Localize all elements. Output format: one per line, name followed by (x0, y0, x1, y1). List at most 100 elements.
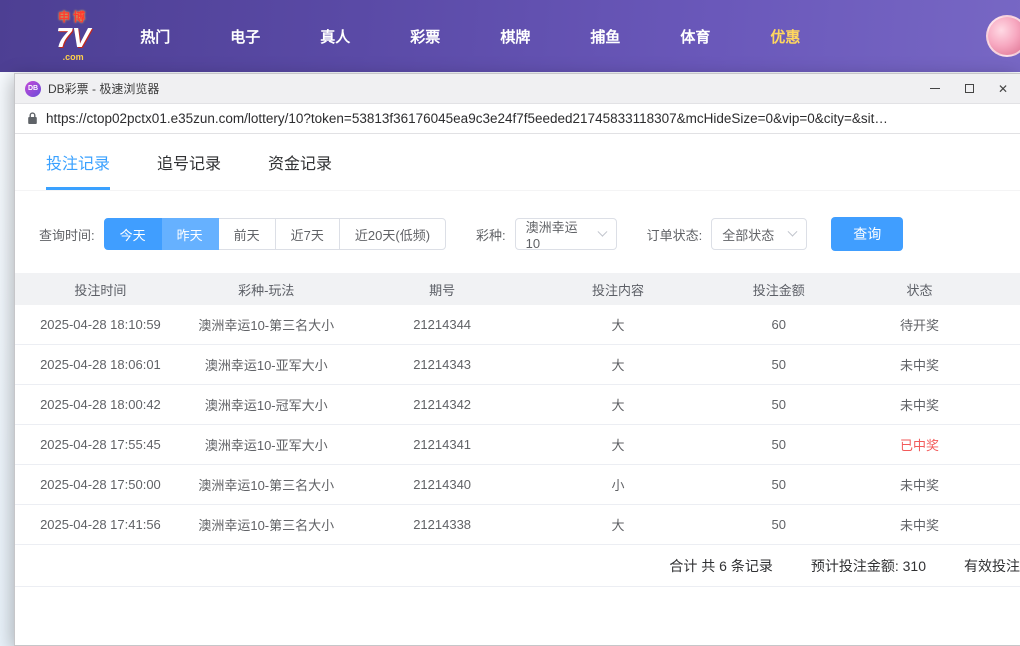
logo-line1: 申博 (58, 9, 89, 24)
table-row: 2025-04-28 18:06:01 澳洲幸运10-亚军大小 21214343… (15, 345, 1020, 385)
table-header-row: 投注时间 彩种-玩法 期号 投注内容 投注金额 状态 (15, 273, 1020, 305)
cell-bet-content: 小 (611, 478, 625, 493)
footer-total-records: 合计 共 6 条记录 (669, 557, 773, 574)
nav-item-fishing[interactable]: 捕鱼 (560, 26, 650, 47)
maximize-icon (964, 84, 974, 93)
table-row: 2025-04-28 18:00:42 澳洲幸运10-冠军大小 21214342… (15, 385, 1020, 425)
app-icon: DB (25, 80, 41, 97)
maximize-button[interactable] (952, 74, 986, 103)
lottery-select[interactable]: 澳洲幸运10 (514, 218, 617, 251)
logo-line2: 7V (56, 21, 91, 53)
cell-status: 未中奖 (899, 358, 939, 373)
time-btn-daybefore[interactable]: 前天 (217, 218, 276, 250)
lock-icon[interactable] (27, 112, 38, 125)
time-btn-yesterday[interactable]: 昨天 (160, 218, 219, 250)
nav-item-live[interactable]: 真人 (290, 26, 380, 47)
header-status: 状态 (906, 282, 933, 298)
tab-bet-records[interactable]: 投注记录 (46, 150, 111, 190)
header-game-play: 彩种-玩法 (238, 282, 295, 298)
url-text[interactable]: https://ctop02pctx01.e35zun.com/lottery/… (46, 111, 888, 126)
footer-valid-amount: 有效投注金 (964, 557, 1020, 574)
minimize-button[interactable] (918, 74, 952, 103)
cell-bet-amount: 50 (771, 517, 786, 532)
cell-bet-amount: 50 (771, 397, 786, 412)
time-btn-today[interactable]: 今天 (103, 218, 162, 250)
status-filter-label: 订单状态: (646, 227, 703, 243)
search-button[interactable]: 查询 (831, 217, 904, 251)
cell-bet-content: 大 (611, 358, 625, 373)
cell-issue: 21214340 (413, 477, 472, 492)
cell-status: 未中奖 (899, 518, 939, 533)
table-row: 2025-04-28 17:50:00 澳洲幸运10-第三名大小 2121434… (15, 465, 1020, 505)
order-status-select[interactable]: 全部状态 (711, 218, 808, 250)
cell-issue: 21214344 (413, 317, 472, 332)
cell-bet-time: 2025-04-28 18:06:01 (40, 357, 161, 372)
time-btn-20days[interactable]: 近20天(低频) (338, 218, 447, 250)
time-btn-7days[interactable]: 近7天 (274, 218, 340, 250)
cell-game-play: 澳洲幸运10-第三名大小 (198, 478, 335, 493)
site-logo[interactable]: 申博 7V .com (56, 11, 90, 62)
table-row: 2025-04-28 17:41:56 澳洲幸运10-第三名大小 2121433… (15, 505, 1020, 545)
cell-bet-content: 大 (611, 438, 625, 453)
cell-status: 待开奖 (899, 318, 939, 333)
chevron-down-icon (597, 226, 608, 237)
site-topbar: 申博 7V .com 热门 电子 真人 彩票 棋牌 捕鱼 体育 优惠 (0, 0, 1020, 72)
tab-fund-records[interactable]: 资金记录 (268, 150, 332, 190)
header-bet-time: 投注时间 (74, 282, 127, 298)
cell-game-play: 澳洲幸运10-冠军大小 (204, 398, 328, 413)
cell-bet-content: 大 (611, 318, 625, 333)
window-titlebar[interactable]: DB DB彩票 - 极速浏览器 ✕ (15, 74, 1020, 104)
cell-issue: 21214341 (413, 437, 472, 452)
record-tabs: 投注记录 追号记录 资金记录 (15, 134, 1020, 191)
filter-row: 查询时间: 今天 昨天 前天 近7天 近20天(低频) 彩种: 澳洲幸运10 订… (15, 191, 1020, 273)
cell-bet-time: 2025-04-28 17:41:56 (40, 517, 161, 532)
nav-item-hot[interactable]: 热门 (110, 26, 200, 47)
user-avatar[interactable] (986, 15, 1020, 57)
cell-issue: 21214343 (413, 357, 472, 372)
table-row: 2025-04-28 18:10:59 澳洲幸运10-第三名大小 2121434… (15, 305, 1020, 345)
browser-window: DB DB彩票 - 极速浏览器 ✕ https://ctop02pctx01.e… (14, 73, 1020, 646)
close-icon: ✕ (997, 81, 1009, 96)
nav-item-lottery[interactable]: 彩票 (380, 26, 470, 47)
nav-item-promo[interactable]: 优惠 (740, 26, 830, 47)
status-select-value: 全部状态 (722, 227, 775, 243)
cell-bet-time: 2025-04-28 18:10:59 (40, 317, 161, 332)
nav-item-slots[interactable]: 电子 (200, 26, 290, 47)
bet-records-table: 投注时间 彩种-玩法 期号 投注内容 投注金额 状态 2025-04-28 18… (15, 273, 1020, 587)
cell-bet-amount: 50 (771, 357, 786, 372)
window-title: DB彩票 - 极速浏览器 (48, 82, 160, 96)
cell-game-play: 澳洲幸运10-第三名大小 (198, 318, 335, 333)
cell-game-play: 澳洲幸运10-第三名大小 (198, 518, 335, 533)
cell-bet-content: 大 (611, 518, 625, 533)
minimize-icon (930, 88, 940, 89)
cell-status: 未中奖 (899, 398, 939, 413)
time-button-group: 今天 昨天 前天 近7天 近20天(低频) (103, 218, 447, 250)
cell-game-play: 澳洲幸运10-亚军大小 (204, 358, 328, 373)
address-bar[interactable]: https://ctop02pctx01.e35zun.com/lottery/… (15, 104, 1020, 134)
cell-game-play: 澳洲幸运10-亚军大小 (204, 438, 328, 453)
lottery-select-value: 澳洲幸运10 (525, 220, 578, 251)
cell-bet-amount: 50 (771, 477, 786, 492)
chevron-down-icon (787, 226, 798, 237)
nav-item-sports[interactable]: 体育 (650, 26, 740, 47)
window-controls: ✕ (918, 74, 1020, 103)
main-nav: 热门 电子 真人 彩票 棋牌 捕鱼 体育 优惠 (110, 26, 830, 47)
table-row: 2025-04-28 17:55:45 澳洲幸运10-亚军大小 21214341… (15, 425, 1020, 465)
cell-bet-time: 2025-04-28 17:55:45 (40, 437, 161, 452)
logo-line3: .com (62, 51, 84, 62)
close-button[interactable]: ✕ (986, 74, 1020, 103)
cell-issue: 21214342 (413, 397, 472, 412)
cell-bet-time: 2025-04-28 17:50:00 (40, 477, 161, 492)
header-bet-amount: 投注金额 (752, 282, 805, 298)
lottery-filter-label: 彩种: (476, 227, 506, 243)
cell-bet-amount: 50 (771, 437, 786, 452)
tab-chase-records[interactable]: 追号记录 (157, 150, 221, 190)
nav-item-cards[interactable]: 棋牌 (470, 26, 560, 47)
cell-bet-amount: 60 (771, 317, 786, 332)
cell-bet-content: 大 (611, 398, 625, 413)
table-footer: 合计 共 6 条记录 预计投注金额: 310 有效投注金 (15, 545, 1020, 587)
cell-status: 已中奖 (899, 438, 939, 453)
page-content: 投注记录 追号记录 资金记录 查询时间: 今天 昨天 前天 近7天 近20天(低… (15, 134, 1020, 645)
header-issue: 期号 (429, 282, 456, 298)
header-bet-content: 投注内容 (591, 282, 644, 298)
